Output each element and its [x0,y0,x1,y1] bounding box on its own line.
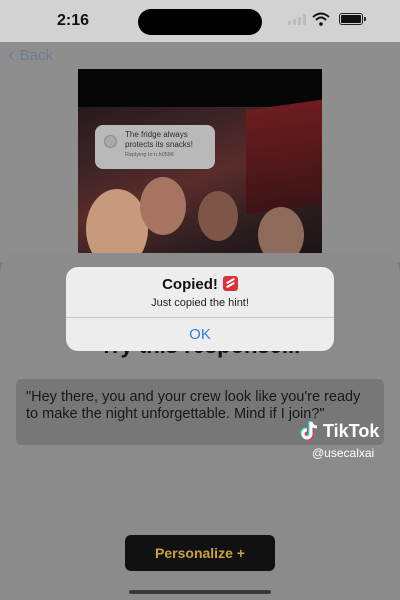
alert-title: Copied! [162,276,218,293]
tiktok-watermark: TikTok [298,420,379,442]
back-label: Back [19,46,54,64]
ok-button[interactable]: OK [66,318,334,351]
tiktok-logo-icon [300,421,318,441]
bubble-reply: Replying to n.h0596 [125,152,174,158]
message-bubble: The fridge always protects its snacks! R… [95,125,215,169]
copied-alert: Copied! Just copied the hint! OK [66,267,334,351]
status-bar: 2:16 [0,0,400,42]
background-screen: ‹ Back The fridge always protects its sn… [0,42,400,262]
battery-icon [339,13,366,25]
response-text: "Hey there, you and your crew look like … [26,389,361,422]
personalize-button[interactable]: Personalize + [125,535,275,571]
back-button[interactable]: ‹ Back [8,45,53,65]
avatar [104,135,117,148]
cellular-signal-icon [288,14,306,25]
dynamic-island [138,9,262,35]
chevron-left-icon: ‹ [8,44,15,66]
alert-title-row: Copied! [66,276,334,293]
bubble-message: The fridge always protects its snacks! [125,130,194,149]
alert-message: Just copied the hint! [151,297,249,309]
status-time: 2:16 [57,12,90,29]
home-indicator [129,590,271,594]
wifi-icon [312,12,330,26]
tiktok-brand: TikTok [323,420,380,441]
uploaded-photo: The fridge always protects its snacks! R… [78,69,322,259]
tiktok-handle: @usecalxai [312,446,375,460]
clipboard-emoji-icon [222,276,238,291]
